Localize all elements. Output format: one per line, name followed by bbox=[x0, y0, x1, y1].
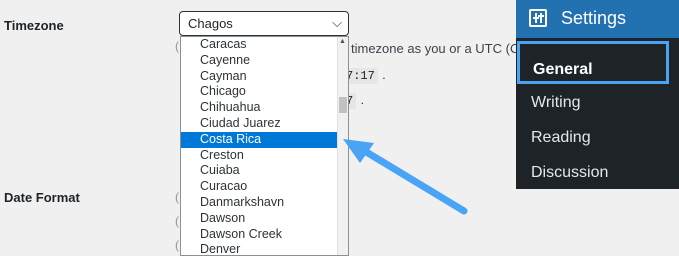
menu-item-writing[interactable]: Writing bbox=[531, 94, 581, 112]
dropdown-item-creston[interactable]: Creston bbox=[181, 148, 348, 164]
dropdown-item-dawson[interactable]: Dawson bbox=[181, 211, 348, 227]
dropdown-item-cuiaba[interactable]: Cuiaba bbox=[181, 163, 348, 179]
dropdown-item-curacao[interactable]: Curacao bbox=[181, 179, 348, 195]
dropdown-item-caracas[interactable]: Caracas bbox=[181, 37, 348, 53]
dropdown-items: Caracas Cayenne Cayman Chicago Chihuahua… bbox=[181, 37, 348, 255]
menu-item-discussion[interactable]: Discussion bbox=[531, 164, 608, 182]
radio-fragment: ( bbox=[175, 190, 179, 204]
menu-item-general[interactable]: General bbox=[517, 41, 669, 84]
settings-title: Settings bbox=[561, 8, 627, 28]
settings-menu-panel: Settings General Writing Reading Discuss… bbox=[516, 0, 679, 189]
menu-item-reading[interactable]: Reading bbox=[531, 129, 591, 147]
period-char: . bbox=[382, 68, 386, 82]
dropdown-item-chicago[interactable]: Chicago bbox=[181, 84, 348, 100]
dropdown-item-chihuahua[interactable]: Chihuahua bbox=[181, 100, 348, 116]
dropdown-item-danmarkshavn[interactable]: Danmarkshavn bbox=[181, 195, 348, 211]
radio-fragment: ( bbox=[175, 214, 179, 228]
settings-header[interactable]: Settings bbox=[516, 0, 679, 38]
timezone-selected-value: Chagos bbox=[188, 16, 233, 31]
menu-item-label: General bbox=[533, 61, 593, 78]
dropdown-item-costa-rica[interactable]: Costa Rica bbox=[181, 131, 348, 148]
timezone-label: Timezone bbox=[4, 18, 64, 33]
timezone-dropdown-list[interactable]: Caracas Cayenne Cayman Chicago Chihuahua… bbox=[180, 36, 349, 256]
settings-sliders-icon bbox=[529, 9, 547, 27]
radio-fragment: ( bbox=[175, 238, 179, 252]
scroll-up-arrow-icon[interactable]: ▲ bbox=[339, 38, 346, 45]
dropdown-item-ciudad-juarez[interactable]: Ciudad Juarez bbox=[181, 116, 348, 132]
time-snippet-1: 7:17 . bbox=[343, 66, 386, 84]
scroll-thumb[interactable] bbox=[339, 97, 347, 113]
timezone-select[interactable]: Chagos ⌵ bbox=[179, 11, 349, 36]
dropdown-item-cayman[interactable]: Cayman bbox=[181, 69, 348, 85]
radio-fragment: ( bbox=[175, 39, 179, 53]
date-format-label: Date Format bbox=[4, 190, 80, 205]
chevron-down-icon: ⌵ bbox=[332, 15, 342, 30]
period-char: . bbox=[360, 93, 364, 107]
dropdown-item-dawson-creek[interactable]: Dawson Creek bbox=[181, 227, 348, 243]
dropdown-item-cayenne[interactable]: Cayenne bbox=[181, 53, 348, 69]
callout-arrow-icon bbox=[343, 139, 468, 215]
